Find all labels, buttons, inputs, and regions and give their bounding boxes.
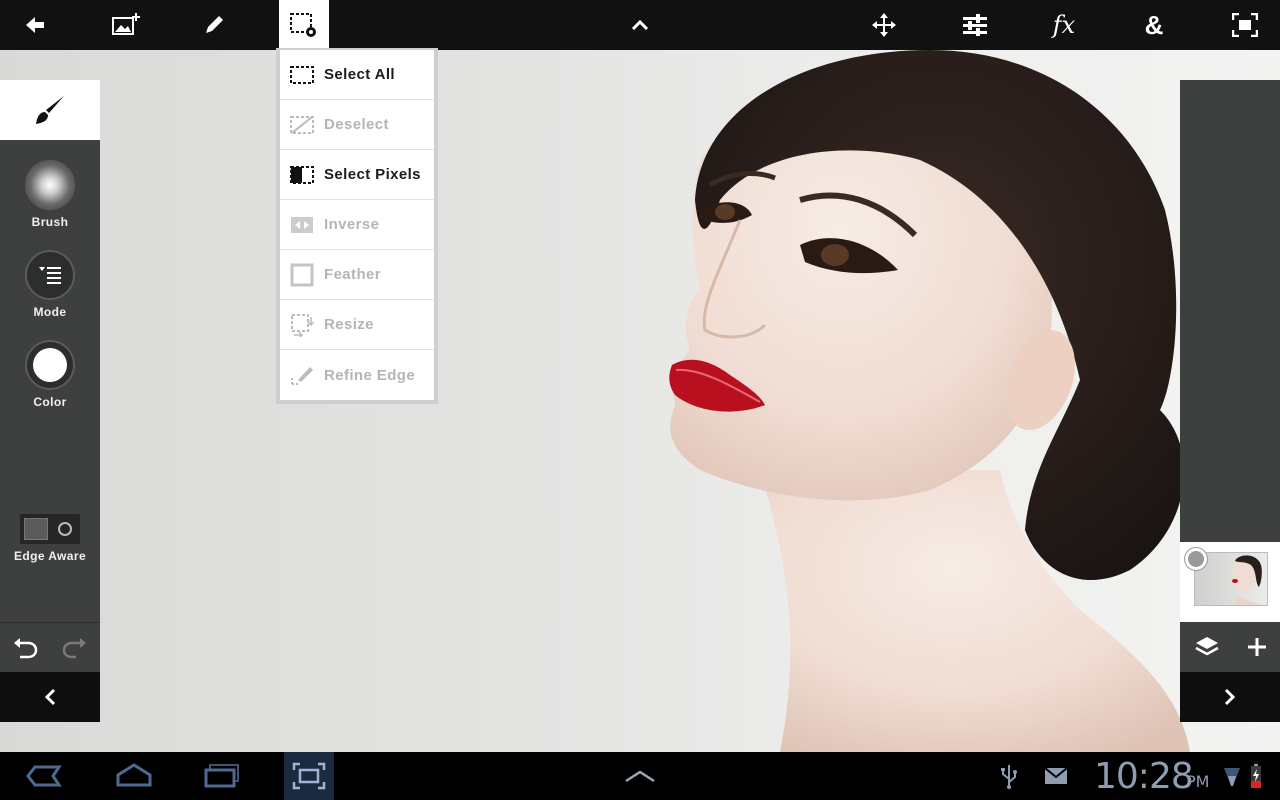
redo-icon[interactable] (50, 637, 100, 659)
system-home-icon[interactable] (108, 752, 160, 800)
layer-tools-row (1180, 622, 1280, 672)
left-tool-panel: Brush Mode Color Edge Aware (0, 80, 100, 722)
system-screenshot-icon[interactable] (284, 752, 334, 800)
color-label: Color (33, 395, 67, 409)
fx-icon[interactable]: fx (1039, 0, 1089, 50)
undo-icon[interactable] (0, 637, 50, 659)
layer-select-radio[interactable] (1185, 548, 1207, 570)
usb-icon (996, 752, 1022, 800)
back-icon[interactable] (10, 0, 60, 50)
layer-item[interactable] (1180, 542, 1280, 622)
system-menu-chevron-icon[interactable] (618, 752, 662, 800)
collapse-left-panel-button[interactable] (0, 672, 100, 722)
pencil-icon[interactable] (189, 0, 239, 50)
select-pixels-icon (290, 163, 314, 187)
menu-item-deselect[interactable]: Deselect (280, 100, 434, 150)
toggle-off-square-icon (24, 518, 48, 540)
fx-label: fx (1052, 11, 1076, 39)
system-navigation-bar: 10:28 PM (0, 752, 1280, 800)
clock-ampm: PM (1186, 772, 1210, 791)
menu-item-select-pixels[interactable]: Select Pixels (280, 150, 434, 200)
edge-aware-toggle[interactable] (20, 514, 80, 544)
layers-icon[interactable] (1194, 635, 1220, 659)
deselect-icon (290, 113, 314, 137)
resize-icon (290, 313, 314, 337)
layers-panel (1180, 80, 1280, 722)
menu-item-label: Resize (324, 316, 374, 333)
ampersand-label: & (1144, 9, 1164, 40)
panel-divider (0, 622, 100, 623)
collapse-right-panel-button[interactable] (1180, 672, 1280, 722)
portrait-photo (669, 50, 1190, 752)
selection-menu-list: Select All Deselect Select Pixels Invers… (280, 50, 434, 400)
menu-item-label: Deselect (324, 116, 389, 133)
add-layer-icon[interactable] (1247, 637, 1267, 657)
chevron-right-icon (1224, 688, 1236, 706)
brush-icon[interactable] (0, 80, 100, 140)
system-back-icon[interactable] (20, 752, 68, 800)
feather-icon (290, 263, 314, 287)
selection-menu: Select All Deselect Select Pixels Invers… (276, 48, 438, 404)
color-tool[interactable]: Color (0, 340, 100, 409)
mode-menu-icon (25, 250, 75, 300)
menu-item-label: Inverse (324, 216, 380, 233)
clock-time: 10:28 (1094, 756, 1194, 797)
mode-label: Mode (33, 305, 67, 319)
menu-item-label: Refine Edge (324, 366, 416, 384)
wifi-signal-icon (1222, 752, 1242, 800)
mode-tool[interactable]: Mode (0, 250, 100, 319)
image-canvas[interactable] (0, 50, 1280, 752)
refine-edge-icon (290, 363, 314, 387)
selection-settings-icon[interactable] (279, 0, 329, 50)
edge-aware-tool[interactable]: Edge Aware (0, 514, 100, 563)
menu-item-feather[interactable]: Feather (280, 250, 434, 300)
system-recent-apps-icon[interactable] (196, 752, 248, 800)
edge-aware-label: Edge Aware (13, 549, 87, 563)
adjustments-icon[interactable] (950, 0, 1000, 50)
select-all-icon (290, 63, 314, 87)
top-toolbar: fx & (0, 0, 1280, 50)
menu-item-label: Select Pixels (324, 166, 421, 183)
menu-item-inverse[interactable]: Inverse (280, 200, 434, 250)
email-notification-icon[interactable] (1042, 752, 1070, 800)
menu-item-select-all[interactable]: Select All (280, 50, 434, 100)
ampersand-icon[interactable]: & (1129, 0, 1179, 50)
toggle-on-circle-icon (58, 522, 72, 536)
brush-preview-icon (25, 160, 75, 210)
add-image-icon[interactable] (102, 0, 152, 50)
menu-item-label: Feather (324, 266, 381, 283)
chevron-left-icon (44, 688, 56, 706)
menu-item-resize[interactable]: Resize (280, 300, 434, 350)
brush-label: Brush (31, 215, 69, 229)
undo-redo-row (0, 624, 100, 672)
menu-item-refine-edge[interactable]: Refine Edge (280, 350, 434, 400)
fullscreen-icon[interactable] (1220, 0, 1270, 50)
menu-item-label: Select All (324, 66, 395, 83)
brush-tool[interactable]: Brush (0, 160, 100, 229)
inverse-icon (290, 213, 314, 237)
chevron-up-icon[interactable] (615, 0, 665, 50)
color-swatch-icon (25, 340, 75, 390)
move-icon[interactable] (859, 0, 909, 50)
battery-icon (1246, 752, 1266, 800)
